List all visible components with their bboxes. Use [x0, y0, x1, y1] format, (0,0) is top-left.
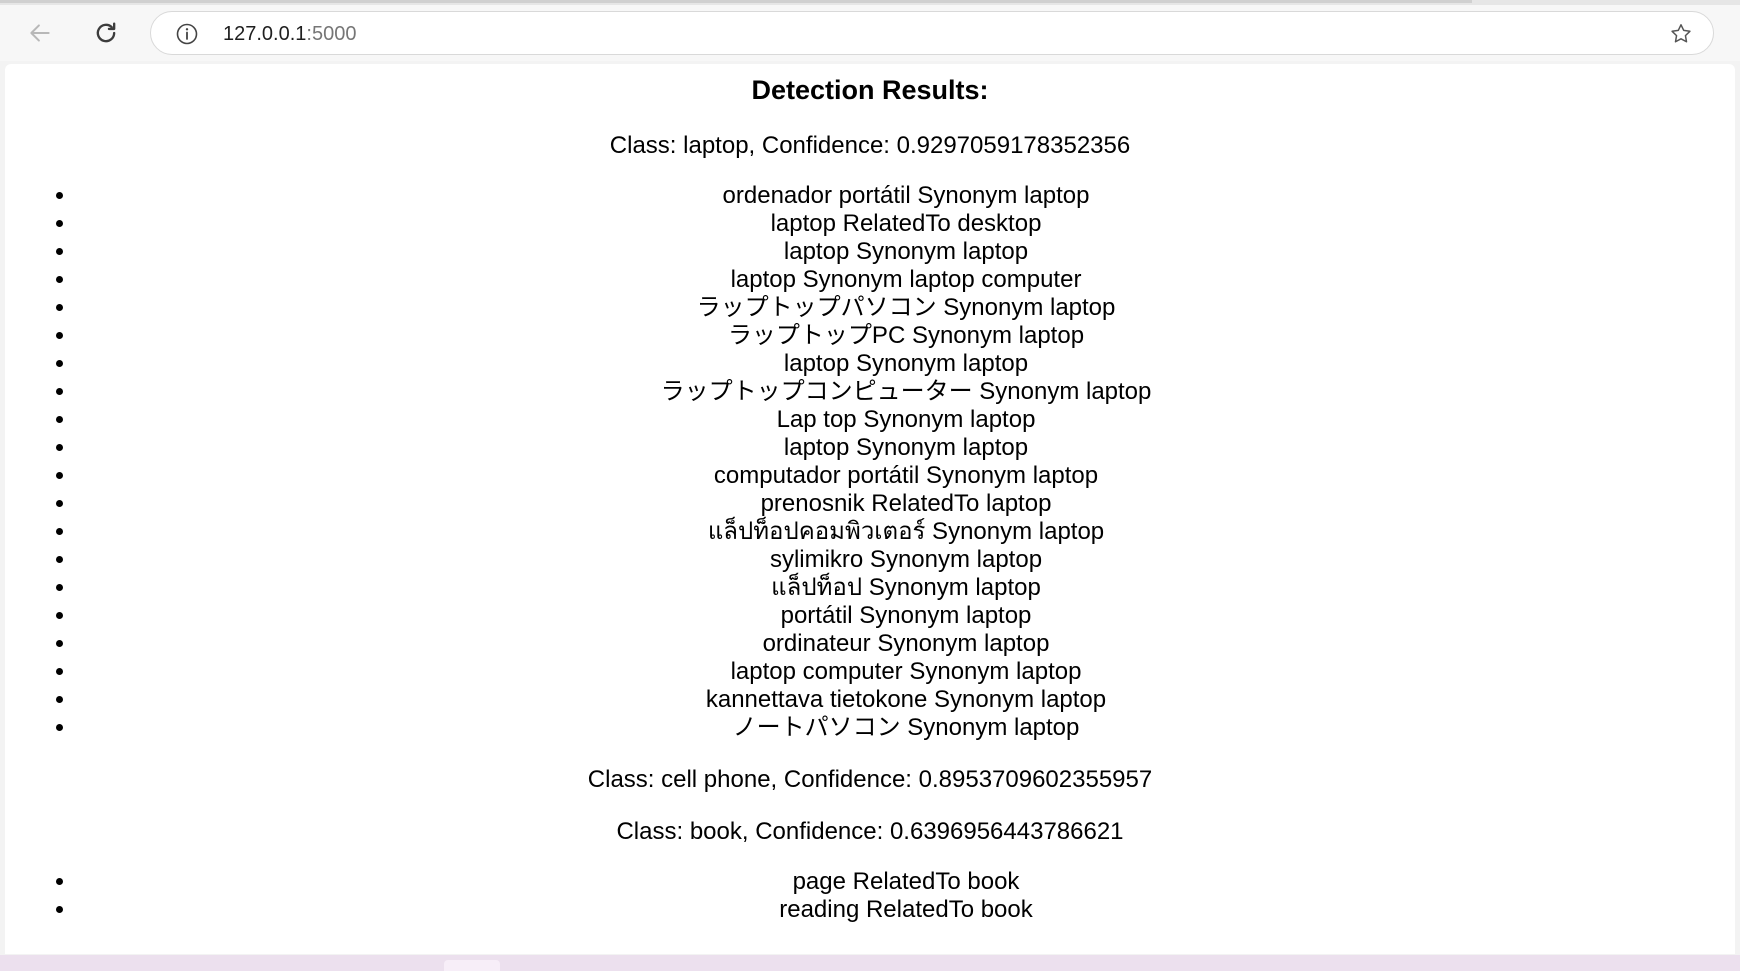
- list-item: ノートパソコン Synonym laptop: [77, 714, 1735, 742]
- detection-page: Detection Results: Class: laptop, Confid…: [5, 64, 1735, 924]
- url-host: 127.0.0.1: [223, 23, 307, 45]
- list-item: แล็ปท็อปคอมพิวเตอร์ Synonym laptop: [77, 518, 1735, 546]
- list-item: page RelatedTo book: [77, 868, 1735, 896]
- page-title: Detection Results:: [751, 75, 989, 105]
- list-item: ラップトップPC Synonym laptop: [77, 322, 1735, 350]
- taskbar: [0, 955, 1740, 971]
- laptop-relations-list: ordenador portátil Synonym laptop laptop…: [5, 182, 1735, 742]
- arrow-left-icon: [30, 24, 50, 42]
- taskbar-button[interactable]: [444, 960, 500, 971]
- list-item: laptop Synonym laptop: [77, 350, 1735, 378]
- list-item: kannettava tietokone Synonym laptop: [77, 686, 1735, 714]
- browser-window: 127.0.0.1:5000 Detection Results: Class:…: [0, 0, 1740, 971]
- list-item: Lap top Synonym laptop: [77, 406, 1735, 434]
- list-item: laptop Synonym laptop: [77, 238, 1735, 266]
- list-item: laptop Synonym laptop: [77, 434, 1735, 462]
- active-tab-edge[interactable]: [0, 0, 1472, 3]
- list-item: laptop Synonym laptop computer: [77, 266, 1735, 294]
- url-text[interactable]: 127.0.0.1:5000: [223, 12, 356, 56]
- list-item: laptop computer Synonym laptop: [77, 658, 1735, 686]
- list-item: reading RelatedTo book: [77, 896, 1735, 924]
- info-icon: [176, 23, 198, 45]
- detection-class-cell-phone: Class: cell phone, Confidence: 0.8953709…: [587, 766, 1153, 793]
- reload-button[interactable]: [88, 15, 124, 51]
- star-icon: [1671, 24, 1691, 43]
- detection-class-laptop: Class: laptop, Confidence: 0.92970591783…: [609, 132, 1131, 159]
- detection-class-book: Class: book, Confidence: 0.6396956443786…: [616, 818, 1124, 845]
- list-item: portátil Synonym laptop: [77, 602, 1735, 630]
- list-item: sylimikro Synonym laptop: [77, 546, 1735, 574]
- reload-icon: [96, 22, 116, 43]
- list-item: ordenador portátil Synonym laptop: [77, 182, 1735, 210]
- list-item: ラップトップコンピューター Synonym laptop: [77, 378, 1735, 406]
- list-item: ordinateur Synonym laptop: [77, 630, 1735, 658]
- address-bar[interactable]: 127.0.0.1:5000: [150, 11, 1714, 55]
- book-relations-list: page RelatedTo book reading RelatedTo bo…: [5, 868, 1735, 924]
- browser-toolbar: 127.0.0.1:5000: [0, 5, 1740, 61]
- site-info-button[interactable]: [175, 22, 199, 46]
- list-item: แล็ปท็อป Synonym laptop: [77, 574, 1735, 602]
- list-item: prenosnik RelatedTo laptop: [77, 490, 1735, 518]
- page-viewport[interactable]: Detection Results: Class: laptop, Confid…: [5, 64, 1735, 954]
- list-item: computador portátil Synonym laptop: [77, 462, 1735, 490]
- list-item: laptop RelatedTo desktop: [77, 210, 1735, 238]
- back-button[interactable]: [22, 15, 58, 51]
- bookmark-button[interactable]: [1669, 22, 1693, 46]
- list-item: ラップトップパソコン Synonym laptop: [77, 294, 1735, 322]
- url-port: :5000: [306, 23, 357, 45]
